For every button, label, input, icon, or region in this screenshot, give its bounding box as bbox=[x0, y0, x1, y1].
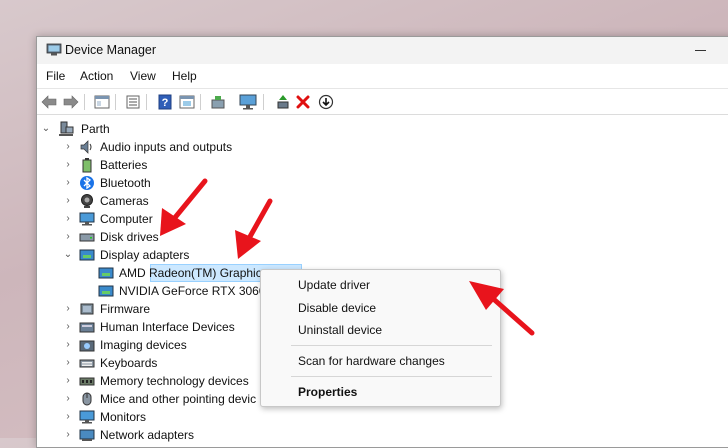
hid-icon bbox=[79, 322, 95, 333]
tree-item-label: Firmware bbox=[100, 302, 150, 316]
imaging-icon bbox=[79, 340, 95, 352]
scan-hardware-menu-item[interactable]: Scan for hardware changes bbox=[298, 354, 445, 368]
camera-icon bbox=[81, 194, 93, 208]
speaker-icon bbox=[80, 140, 92, 154]
toolbar-separator bbox=[200, 94, 201, 110]
show-hide-tree-icon[interactable] bbox=[92, 92, 111, 111]
disable-device-menu-item[interactable]: Disable device bbox=[298, 301, 376, 315]
back-arrow-icon[interactable] bbox=[39, 92, 58, 111]
toolbar-separator bbox=[263, 94, 264, 110]
menu-help[interactable]: Help bbox=[172, 69, 197, 83]
device-manager-icon bbox=[46, 43, 62, 56]
mouse-icon bbox=[82, 392, 92, 406]
uninstall-device-menu-item[interactable]: Uninstall device bbox=[298, 323, 382, 337]
menu-view[interactable]: View bbox=[130, 69, 156, 83]
forward-arrow-icon[interactable] bbox=[61, 92, 80, 111]
chevron-right-icon[interactable]: › bbox=[63, 178, 73, 188]
display-adapter-icon bbox=[98, 267, 114, 279]
disk-drive-icon bbox=[79, 233, 95, 242]
tree-item-label: Memory technology devices bbox=[100, 374, 249, 388]
menu-file[interactable]: File bbox=[46, 69, 65, 83]
tree-item-label: Human Interface Devices bbox=[100, 320, 235, 334]
chevron-right-icon[interactable]: › bbox=[63, 304, 73, 314]
keyboard-icon bbox=[79, 359, 95, 368]
menu-bar: File Action View Help bbox=[37, 64, 728, 87]
toolbar: ? bbox=[37, 88, 728, 115]
chevron-right-icon[interactable]: › bbox=[63, 322, 73, 332]
monitor-icon[interactable] bbox=[238, 92, 257, 111]
tree-item-label: Cameras bbox=[100, 194, 149, 208]
display-adapter-icon bbox=[98, 285, 114, 297]
tree-item-label: Batteries bbox=[100, 158, 148, 172]
update-driver-menu-item[interactable]: Update driver bbox=[298, 278, 370, 292]
chevron-right-icon[interactable]: › bbox=[63, 394, 73, 404]
tree-item-label: Computer bbox=[100, 212, 153, 226]
battery-icon bbox=[82, 158, 92, 173]
download-driver-icon[interactable] bbox=[316, 92, 335, 111]
display-adapter-icon bbox=[79, 249, 95, 261]
menu-separator bbox=[291, 345, 492, 346]
monitor-icon bbox=[79, 212, 95, 226]
network-adapter-icon bbox=[79, 429, 95, 441]
chevron-right-icon[interactable]: › bbox=[63, 232, 73, 242]
tree-root-label: Parth bbox=[81, 122, 110, 136]
chevron-right-icon[interactable]: › bbox=[63, 142, 73, 152]
monitor-icon bbox=[79, 410, 95, 424]
memory-icon bbox=[79, 377, 95, 386]
tree-item-label: NVIDIA GeForce RTX 3060 L bbox=[119, 284, 276, 298]
tree-item-label: Audio inputs and outputs bbox=[100, 140, 233, 154]
toolbar-separator bbox=[84, 94, 85, 110]
tree-item-label: Network adapters bbox=[100, 428, 195, 442]
tree-item-label: Monitors bbox=[100, 410, 147, 424]
uninstall-x-icon[interactable] bbox=[293, 92, 312, 111]
menu-separator bbox=[291, 376, 492, 377]
properties-menu-item[interactable]: Properties bbox=[298, 385, 357, 399]
context-menu: Update driver Disable device Uninstall d… bbox=[260, 269, 501, 407]
chevron-down-icon[interactable]: ⌄ bbox=[63, 250, 73, 260]
tree-item-label: Imaging devices bbox=[100, 338, 187, 352]
toolbar-separator bbox=[115, 94, 116, 110]
properties-icon[interactable] bbox=[123, 92, 142, 111]
tree-item-label: Mice and other pointing devic bbox=[100, 392, 257, 406]
device-tree-icon[interactable] bbox=[177, 92, 196, 111]
chevron-right-icon[interactable]: › bbox=[63, 430, 73, 440]
tree-item-label: AMD Radeon(TM) Graphics bbox=[119, 266, 268, 280]
scan-hardware-icon[interactable] bbox=[208, 92, 227, 111]
tree-item-label: Bluetooth bbox=[100, 176, 151, 190]
tree-item-label: Disk drives bbox=[100, 230, 159, 244]
toolbar-separator bbox=[146, 94, 147, 110]
minimize-button[interactable] bbox=[691, 41, 711, 61]
chevron-right-icon[interactable]: › bbox=[63, 196, 73, 206]
chevron-right-icon[interactable]: › bbox=[63, 412, 73, 422]
firmware-icon bbox=[80, 303, 94, 315]
menu-action[interactable]: Action bbox=[80, 69, 113, 83]
chevron-right-icon[interactable]: › bbox=[63, 340, 73, 350]
help-icon[interactable]: ? bbox=[155, 92, 174, 111]
enable-device-icon[interactable] bbox=[273, 92, 292, 111]
chevron-right-icon[interactable]: › bbox=[63, 214, 73, 224]
tree-item-label: Keyboards bbox=[100, 356, 158, 370]
bluetooth-icon bbox=[80, 176, 94, 190]
title-bar: Device Manager bbox=[37, 37, 728, 64]
window-title: Device Manager bbox=[65, 43, 157, 57]
svg-text:?: ? bbox=[161, 97, 168, 109]
chevron-down-icon[interactable]: ⌄ bbox=[41, 124, 51, 134]
chevron-right-icon[interactable]: › bbox=[63, 160, 73, 170]
computer-root-icon bbox=[59, 121, 74, 136]
tree-item-label: Display adapters bbox=[100, 248, 190, 262]
chevron-right-icon[interactable]: › bbox=[63, 358, 73, 368]
chevron-right-icon[interactable]: › bbox=[63, 376, 73, 386]
